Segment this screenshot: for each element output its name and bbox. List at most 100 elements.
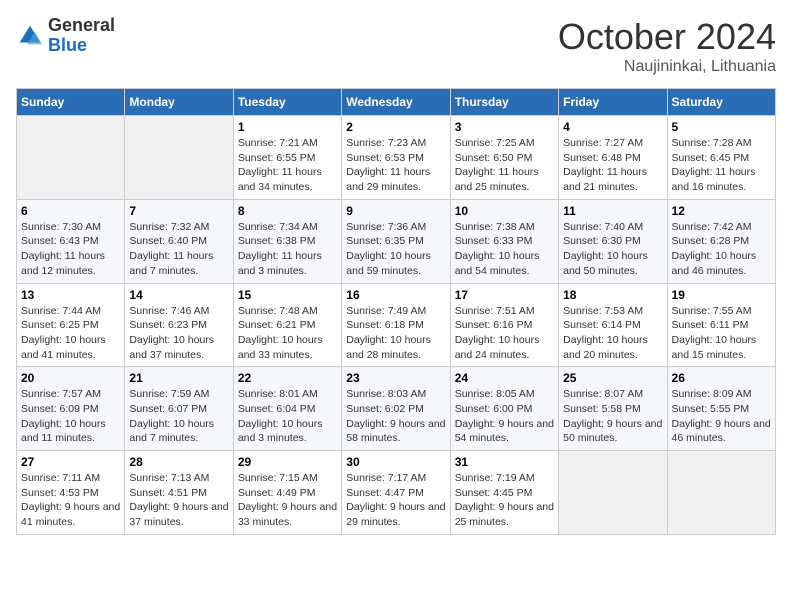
day-number: 4 <box>563 120 662 134</box>
calendar-week-row: 1 Sunrise: 7:21 AMSunset: 6:55 PMDayligh… <box>17 116 776 200</box>
day-number: 18 <box>563 288 662 302</box>
calendar-day-cell: 14 Sunrise: 7:46 AMSunset: 6:23 PMDaylig… <box>125 283 233 367</box>
calendar-day-cell: 10 Sunrise: 7:38 AMSunset: 6:33 PMDaylig… <box>450 199 558 283</box>
calendar-day-cell <box>559 451 667 535</box>
weekday-header-row: SundayMondayTuesdayWednesdayThursdayFrid… <box>17 89 776 116</box>
day-number: 8 <box>238 204 337 218</box>
day-info: Sunrise: 7:27 AMSunset: 6:48 PMDaylight:… <box>563 137 647 193</box>
day-number: 3 <box>455 120 554 134</box>
day-number: 24 <box>455 371 554 385</box>
weekday-header-cell: Thursday <box>450 89 558 116</box>
day-info: Sunrise: 7:55 AMSunset: 6:11 PMDaylight:… <box>672 305 757 361</box>
day-info: Sunrise: 7:40 AMSunset: 6:30 PMDaylight:… <box>563 221 648 277</box>
weekday-header-cell: Sunday <box>17 89 125 116</box>
calendar-day-cell: 11 Sunrise: 7:40 AMSunset: 6:30 PMDaylig… <box>559 199 667 283</box>
weekday-header-cell: Saturday <box>667 89 775 116</box>
day-info: Sunrise: 7:42 AMSunset: 6:28 PMDaylight:… <box>672 221 757 277</box>
day-number: 1 <box>238 120 337 134</box>
logo: General Blue <box>16 16 115 56</box>
day-number: 9 <box>346 204 445 218</box>
calendar-day-cell: 29 Sunrise: 7:15 AMSunset: 4:49 PMDaylig… <box>233 451 341 535</box>
day-info: Sunrise: 7:46 AMSunset: 6:23 PMDaylight:… <box>129 305 214 361</box>
calendar-day-cell: 17 Sunrise: 7:51 AMSunset: 6:16 PMDaylig… <box>450 283 558 367</box>
day-number: 22 <box>238 371 337 385</box>
day-number: 6 <box>21 204 120 218</box>
day-number: 27 <box>21 455 120 469</box>
calendar-day-cell: 28 Sunrise: 7:13 AMSunset: 4:51 PMDaylig… <box>125 451 233 535</box>
calendar-day-cell: 1 Sunrise: 7:21 AMSunset: 6:55 PMDayligh… <box>233 116 341 200</box>
calendar-table: SundayMondayTuesdayWednesdayThursdayFrid… <box>16 88 776 535</box>
calendar-day-cell: 25 Sunrise: 8:07 AMSunset: 5:58 PMDaylig… <box>559 367 667 451</box>
calendar-week-row: 20 Sunrise: 7:57 AMSunset: 6:09 PMDaylig… <box>17 367 776 451</box>
day-number: 31 <box>455 455 554 469</box>
title-block: October 2024 Naujininkai, Lithuania <box>558 16 776 76</box>
logo-general: General <box>48 16 115 36</box>
page-header: General Blue October 2024 Naujininkai, L… <box>16 16 776 76</box>
day-info: Sunrise: 7:28 AMSunset: 6:45 PMDaylight:… <box>672 137 756 193</box>
day-info: Sunrise: 7:25 AMSunset: 6:50 PMDaylight:… <box>455 137 539 193</box>
day-number: 13 <box>21 288 120 302</box>
calendar-day-cell: 21 Sunrise: 7:59 AMSunset: 6:07 PMDaylig… <box>125 367 233 451</box>
day-number: 23 <box>346 371 445 385</box>
day-number: 14 <box>129 288 228 302</box>
day-info: Sunrise: 8:09 AMSunset: 5:55 PMDaylight:… <box>672 388 771 444</box>
day-number: 20 <box>21 371 120 385</box>
calendar-week-row: 27 Sunrise: 7:11 AMSunset: 4:53 PMDaylig… <box>17 451 776 535</box>
day-info: Sunrise: 7:38 AMSunset: 6:33 PMDaylight:… <box>455 221 540 277</box>
day-number: 16 <box>346 288 445 302</box>
calendar-day-cell <box>667 451 775 535</box>
day-number: 19 <box>672 288 771 302</box>
month-title: October 2024 <box>558 16 776 58</box>
calendar-day-cell: 30 Sunrise: 7:17 AMSunset: 4:47 PMDaylig… <box>342 451 450 535</box>
day-info: Sunrise: 7:32 AMSunset: 6:40 PMDaylight:… <box>129 221 213 277</box>
calendar-day-cell: 31 Sunrise: 7:19 AMSunset: 4:45 PMDaylig… <box>450 451 558 535</box>
day-info: Sunrise: 7:59 AMSunset: 6:07 PMDaylight:… <box>129 388 214 444</box>
calendar-day-cell: 5 Sunrise: 7:28 AMSunset: 6:45 PMDayligh… <box>667 116 775 200</box>
location-title: Naujininkai, Lithuania <box>558 58 776 76</box>
day-info: Sunrise: 7:57 AMSunset: 6:09 PMDaylight:… <box>21 388 106 444</box>
day-info: Sunrise: 7:11 AMSunset: 4:53 PMDaylight:… <box>21 472 120 528</box>
day-info: Sunrise: 7:49 AMSunset: 6:18 PMDaylight:… <box>346 305 431 361</box>
day-info: Sunrise: 7:36 AMSunset: 6:35 PMDaylight:… <box>346 221 431 277</box>
day-info: Sunrise: 8:01 AMSunset: 6:04 PMDaylight:… <box>238 388 323 444</box>
day-number: 12 <box>672 204 771 218</box>
calendar-day-cell: 9 Sunrise: 7:36 AMSunset: 6:35 PMDayligh… <box>342 199 450 283</box>
day-number: 28 <box>129 455 228 469</box>
calendar-day-cell: 19 Sunrise: 7:55 AMSunset: 6:11 PMDaylig… <box>667 283 775 367</box>
calendar-day-cell: 8 Sunrise: 7:34 AMSunset: 6:38 PMDayligh… <box>233 199 341 283</box>
day-info: Sunrise: 7:30 AMSunset: 6:43 PMDaylight:… <box>21 221 105 277</box>
day-info: Sunrise: 7:19 AMSunset: 4:45 PMDaylight:… <box>455 472 554 528</box>
day-info: Sunrise: 8:03 AMSunset: 6:02 PMDaylight:… <box>346 388 445 444</box>
calendar-day-cell: 6 Sunrise: 7:30 AMSunset: 6:43 PMDayligh… <box>17 199 125 283</box>
calendar-day-cell: 18 Sunrise: 7:53 AMSunset: 6:14 PMDaylig… <box>559 283 667 367</box>
day-number: 21 <box>129 371 228 385</box>
day-number: 11 <box>563 204 662 218</box>
day-info: Sunrise: 7:53 AMSunset: 6:14 PMDaylight:… <box>563 305 648 361</box>
calendar-day-cell: 3 Sunrise: 7:25 AMSunset: 6:50 PMDayligh… <box>450 116 558 200</box>
calendar-day-cell: 15 Sunrise: 7:48 AMSunset: 6:21 PMDaylig… <box>233 283 341 367</box>
calendar-day-cell <box>125 116 233 200</box>
day-number: 2 <box>346 120 445 134</box>
calendar-body: 1 Sunrise: 7:21 AMSunset: 6:55 PMDayligh… <box>17 116 776 535</box>
weekday-header-cell: Friday <box>559 89 667 116</box>
weekday-header-cell: Wednesday <box>342 89 450 116</box>
day-info: Sunrise: 7:15 AMSunset: 4:49 PMDaylight:… <box>238 472 337 528</box>
day-number: 30 <box>346 455 445 469</box>
calendar-day-cell: 7 Sunrise: 7:32 AMSunset: 6:40 PMDayligh… <box>125 199 233 283</box>
day-info: Sunrise: 7:17 AMSunset: 4:47 PMDaylight:… <box>346 472 445 528</box>
day-number: 5 <box>672 120 771 134</box>
calendar-day-cell: 16 Sunrise: 7:49 AMSunset: 6:18 PMDaylig… <box>342 283 450 367</box>
day-info: Sunrise: 7:51 AMSunset: 6:16 PMDaylight:… <box>455 305 540 361</box>
day-number: 7 <box>129 204 228 218</box>
calendar-day-cell: 27 Sunrise: 7:11 AMSunset: 4:53 PMDaylig… <box>17 451 125 535</box>
calendar-day-cell: 12 Sunrise: 7:42 AMSunset: 6:28 PMDaylig… <box>667 199 775 283</box>
day-number: 17 <box>455 288 554 302</box>
calendar-day-cell: 20 Sunrise: 7:57 AMSunset: 6:09 PMDaylig… <box>17 367 125 451</box>
calendar-day-cell: 2 Sunrise: 7:23 AMSunset: 6:53 PMDayligh… <box>342 116 450 200</box>
day-number: 15 <box>238 288 337 302</box>
weekday-header-cell: Monday <box>125 89 233 116</box>
day-number: 25 <box>563 371 662 385</box>
weekday-header-cell: Tuesday <box>233 89 341 116</box>
logo-blue: Blue <box>48 36 115 56</box>
day-number: 10 <box>455 204 554 218</box>
